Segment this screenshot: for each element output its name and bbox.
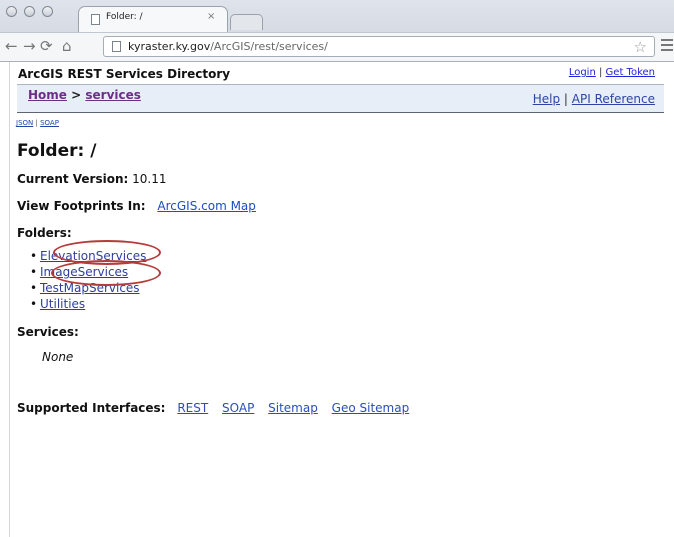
list-item: Utilities	[30, 297, 146, 313]
services-heading: Services:	[17, 325, 79, 339]
services-none-text: None	[42, 350, 74, 364]
forward-icon[interactable]: →	[23, 37, 36, 55]
get-token-link[interactable]: Get Token	[606, 67, 655, 78]
soap-link[interactable]: SOAP	[40, 119, 59, 127]
separator: |	[563, 92, 568, 106]
arcgis-map-link[interactable]: ArcGIS.com Map	[157, 199, 256, 213]
separator: |	[598, 67, 603, 78]
close-window-button[interactable]	[6, 6, 17, 17]
page-icon	[91, 14, 100, 25]
login-link[interactable]: Login	[569, 67, 596, 78]
url-path: /ArcGIS/rest/services/	[210, 40, 328, 53]
page-icon	[112, 41, 121, 52]
current-version-label: Current Version:	[17, 172, 129, 186]
zoom-window-button[interactable]	[42, 6, 53, 17]
menu-icon[interactable]	[661, 39, 673, 54]
interface-link-rest[interactable]: REST	[177, 401, 208, 415]
breadcrumb: Home > services	[28, 88, 141, 102]
imageservices-annotation-ellipse	[51, 260, 161, 286]
close-tab-icon[interactable]: ×	[207, 11, 215, 22]
format-links: JSON | SOAP	[16, 119, 59, 127]
minimize-window-button[interactable]	[24, 6, 35, 17]
interface-link-soap[interactable]: SOAP	[222, 401, 254, 415]
url-domain: kyraster.ky.gov	[128, 40, 211, 53]
view-footprints-label: View Footprints In:	[17, 199, 146, 213]
new-tab-button[interactable]	[230, 14, 263, 30]
home-icon[interactable]: ⌂	[62, 37, 72, 55]
reload-icon[interactable]: ⟳	[40, 37, 53, 55]
breadcrumb-separator: >	[71, 88, 82, 102]
account-links: Login | Get Token	[569, 67, 655, 78]
supported-interfaces-label: Supported Interfaces:	[17, 401, 166, 415]
folder-link-utilities[interactable]: Utilities	[40, 297, 85, 311]
breadcrumb-bar: Home > services Help | API Reference	[17, 84, 664, 113]
url-text[interactable]: kyraster.ky.gov/ArcGIS/rest/services/	[128, 40, 328, 53]
supported-interfaces: Supported Interfaces: REST SOAP Sitemap …	[17, 401, 419, 415]
tab-title: Folder: /	[106, 12, 143, 22]
browser-chrome: Folder: / × ← → ⟳ ⌂ kyraster.ky.gov/ArcG…	[0, 0, 674, 62]
api-reference-link[interactable]: API Reference	[572, 92, 655, 106]
help-link[interactable]: Help	[533, 92, 560, 106]
browser-toolbar: ← → ⟳ ⌂ kyraster.ky.gov/ArcGIS/rest/serv…	[0, 32, 674, 61]
address-bar[interactable]: kyraster.ky.gov/ArcGIS/rest/services/ ☆	[103, 36, 655, 57]
page-title: Folder: /	[17, 141, 97, 161]
current-version-value: 10.11	[132, 172, 167, 186]
json-link[interactable]: JSON	[16, 119, 33, 127]
interface-link-sitemap[interactable]: Sitemap	[268, 401, 318, 415]
view-footprints: View Footprints In: ArcGIS.com Map	[17, 199, 256, 213]
bookmark-star-icon[interactable]: ☆	[634, 38, 647, 56]
help-links: Help | API Reference	[533, 92, 655, 106]
home-link[interactable]: Home	[28, 88, 67, 102]
back-icon[interactable]: ←	[5, 37, 18, 55]
interface-link-geo-sitemap[interactable]: Geo Sitemap	[332, 401, 410, 415]
folders-heading: Folders:	[17, 226, 72, 240]
browser-tab[interactable]: Folder: / ×	[78, 6, 228, 32]
directory-title: ArcGIS REST Services Directory	[18, 67, 231, 81]
separator: |	[35, 119, 38, 127]
current-version: Current Version: 10.11	[17, 172, 167, 186]
services-link[interactable]: services	[85, 88, 141, 102]
